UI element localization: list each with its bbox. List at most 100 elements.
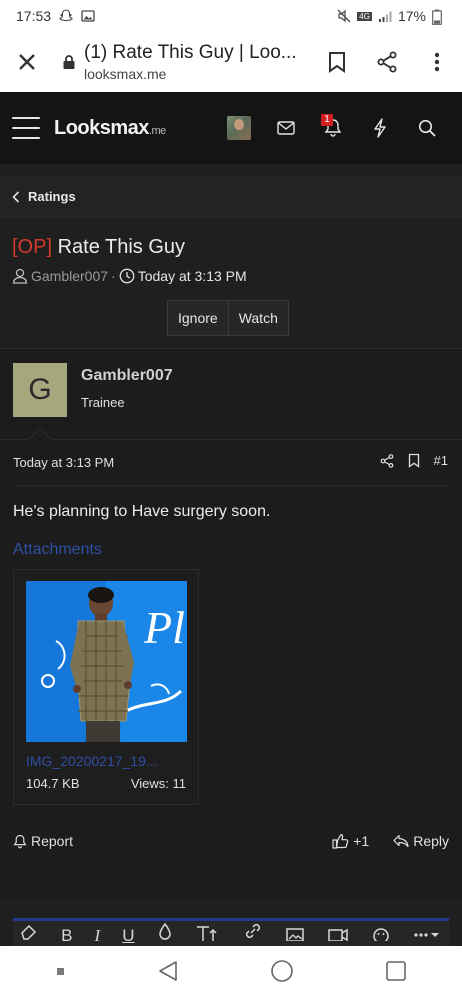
lightning-icon	[373, 118, 386, 138]
browser-toolbar: (1) Rate This Guy | Loo... looksmax.me	[0, 32, 462, 92]
bookmark-icon[interactable]	[408, 453, 420, 468]
site-logo[interactable]: Lοοksmax.me	[54, 117, 166, 140]
tab-title: (1) Rate This Guy | Loo...	[84, 42, 297, 63]
attachment-card[interactable]: Pl IMG_20200217_19... 104.7 KB Views: 11	[13, 569, 199, 805]
whats-new-button[interactable]	[356, 108, 403, 148]
thread-prefix[interactable]: [OP]	[12, 236, 52, 258]
thread-time[interactable]: Today at 3:13 PM	[138, 268, 247, 284]
page-title: [OP] Rate This Guy	[12, 236, 450, 259]
post-body-text: He's planning to Have surgery soon.	[13, 503, 271, 520]
post-username[interactable]: Gambler007	[81, 367, 173, 385]
italic-button[interactable]: I	[94, 921, 100, 946]
bold-button[interactable]: B	[61, 921, 72, 946]
like-count: +1	[353, 833, 370, 849]
envelope-icon	[276, 121, 295, 135]
address-area[interactable]: (1) Rate This Guy | Loo... looksmax.me	[84, 42, 312, 82]
attachment-size: 104.7 KB	[26, 776, 80, 791]
attachment-views: Views: 11	[130, 776, 186, 791]
post-tools: #1	[380, 453, 448, 468]
report-label: Report	[31, 833, 74, 849]
reply-icon	[393, 834, 409, 848]
network-label: 4G	[357, 11, 372, 21]
user-title: Trainee	[81, 395, 125, 410]
post-footer: Report +1 Reply	[13, 833, 449, 849]
bell-icon	[13, 834, 27, 848]
search-icon	[418, 119, 436, 137]
breadcrumb-ratings[interactable]: Ratings	[28, 189, 76, 204]
share-icon	[377, 51, 397, 73]
meta-separator: ·	[111, 268, 116, 284]
image-icon	[81, 9, 95, 23]
thread-author[interactable]: Gambler007	[31, 268, 108, 284]
menu-icon[interactable]	[12, 117, 40, 139]
thumbs-up-icon	[332, 833, 349, 849]
thread-title-text: Rate This Guy	[57, 236, 186, 258]
lock-icon	[54, 32, 84, 92]
post-number[interactable]: #1	[434, 453, 448, 468]
account-avatar-button[interactable]	[215, 108, 262, 148]
home-icon[interactable]	[270, 959, 294, 988]
insert-image-icon[interactable]	[285, 921, 305, 946]
report-button[interactable]: Report	[13, 833, 73, 849]
reply-label: Reply	[413, 833, 449, 849]
editor-toolbar: B I U	[13, 918, 449, 946]
share-icon[interactable]	[380, 453, 394, 468]
text-size-icon[interactable]	[195, 921, 221, 946]
eraser-icon[interactable]	[19, 921, 39, 946]
system-navigation-bar	[0, 946, 462, 1000]
alerts-count-badge: 1	[321, 114, 333, 126]
alerts-button[interactable]: 1	[309, 108, 356, 148]
post-date[interactable]: Today at 3:13 PM	[13, 455, 114, 470]
bookmark-button[interactable]	[312, 32, 362, 92]
share-button[interactable]	[362, 32, 412, 92]
battery-percent: 17%	[397, 8, 426, 24]
mute-icon	[337, 9, 351, 23]
status-bar: 17:53 4G 17%	[0, 0, 462, 32]
quick-reply-editor: B I U	[0, 898, 462, 946]
attachment-thumbnail[interactable]: Pl	[26, 581, 187, 742]
thread-actions: Ignore Watch	[167, 300, 289, 336]
more-options-button[interactable]	[412, 32, 462, 92]
color-drop-icon[interactable]	[157, 921, 173, 946]
emoji-icon[interactable]	[371, 921, 391, 946]
svg-text:Pl: Pl	[143, 602, 185, 653]
signal-icon	[378, 9, 392, 23]
thread-header: [OP] Rate This Guy Gambler007 · Today at…	[0, 218, 462, 348]
attachment-filename[interactable]: IMG_20200217_19...	[26, 753, 186, 769]
post-user-block: G Gambler007 Trainee	[13, 363, 173, 417]
divider	[0, 439, 462, 440]
thread-meta: Gambler007 · Today at 3:13 PM	[12, 268, 450, 284]
reply-button[interactable]: Reply	[393, 833, 449, 849]
watch-button[interactable]: Watch	[227, 301, 288, 335]
post: G Gambler007 Trainee Today at 3:13 PM #1…	[0, 348, 462, 898]
search-button[interactable]	[403, 108, 450, 148]
logo-text: Lοοksmax	[54, 116, 149, 139]
back-icon[interactable]	[157, 960, 179, 987]
inbox-button[interactable]	[262, 108, 309, 148]
underline-button[interactable]: U	[122, 921, 134, 946]
overview-icon[interactable]	[385, 960, 407, 987]
like-button[interactable]: +1	[332, 833, 369, 849]
more-options-icon[interactable]	[413, 921, 441, 946]
insert-video-icon[interactable]	[327, 921, 349, 946]
battery-icon	[432, 9, 446, 25]
close-tab-button[interactable]	[0, 32, 54, 92]
attachments-heading: Attachments	[13, 541, 102, 558]
clock-icon	[119, 268, 135, 284]
logo-suffix: .me	[148, 124, 166, 137]
breadcrumb[interactable]: Ratings	[0, 176, 462, 218]
avatar	[226, 116, 251, 140]
link-icon[interactable]	[243, 921, 263, 946]
status-time: 17:53	[16, 8, 52, 24]
snapchat-icon	[59, 9, 73, 23]
recents-dot-icon[interactable]	[56, 964, 66, 982]
bookmark-icon	[329, 52, 345, 73]
chevron-left-icon	[12, 190, 20, 203]
user-icon	[12, 268, 28, 284]
ignore-button[interactable]: Ignore	[168, 301, 228, 335]
close-icon	[19, 54, 35, 70]
divider	[13, 485, 449, 486]
more-vertical-icon	[434, 52, 440, 72]
page-url: looksmax.me	[84, 66, 167, 82]
avatar[interactable]: G	[13, 363, 67, 417]
